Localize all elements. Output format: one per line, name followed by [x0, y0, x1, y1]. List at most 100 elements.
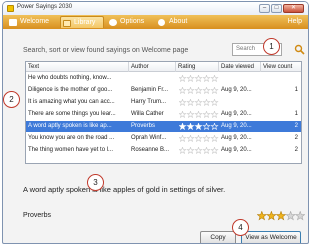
tab-welcome-label: Welcome [20, 18, 50, 25]
table-cell-date [219, 97, 261, 108]
star-empty-icon [179, 147, 187, 154]
star-filled-icon [179, 123, 187, 130]
star-filled-icon[interactable] [266, 211, 277, 221]
star-empty-icon [210, 147, 219, 154]
minimize-button[interactable]: – [259, 4, 270, 13]
view-as-welcome-button[interactable]: View as Welcome [241, 231, 301, 243]
callout-4: 4 [232, 219, 249, 236]
star-filled-icon [186, 123, 195, 130]
table-cell-count: 2 [294, 135, 298, 141]
table-row[interactable]: You know you are on the road ... Oprah Wi… [26, 133, 301, 144]
star-empty-icon [186, 87, 195, 94]
table-row[interactable]: Diligence is the mother of goo... Benjami… [26, 85, 301, 96]
tab-options-label: Options [120, 18, 145, 25]
maximize-button[interactable]: □ [271, 4, 282, 13]
star-empty-icon[interactable] [285, 211, 296, 221]
star-empty-icon [179, 111, 187, 118]
app-logo-icon [7, 5, 14, 12]
table-cell-date [219, 73, 261, 84]
star-filled-icon[interactable] [275, 211, 287, 221]
column-header-count[interactable]: View count [261, 62, 301, 72]
tab-welcome[interactable]: Welcome [7, 16, 53, 28]
row-rating-stars[interactable] [179, 87, 219, 94]
column-header-date[interactable]: Date viewed [219, 62, 261, 72]
table-cell-text: He who doubts nothing, know... [28, 75, 112, 81]
main-tab-bar: Welcome Library Options About Help [3, 15, 308, 29]
table-row[interactable]: It is amazing what you can acc... Harry T… [26, 97, 301, 108]
row-rating-stars[interactable] [179, 123, 219, 130]
table-cell-author: Harry Trum... [131, 99, 167, 105]
selected-quote: A word aptly spoken is like apples of go… [23, 185, 226, 194]
star-empty-icon [202, 123, 211, 130]
star-empty-icon [194, 111, 203, 118]
table-cell-text: There are some things you lear... [28, 111, 116, 117]
table-cell-author [129, 73, 176, 84]
table-cell-text: The thing women have yet to l... [28, 147, 114, 153]
star-empty-icon [186, 111, 195, 118]
table-cell-count [261, 73, 301, 84]
tab-library-label: Library [74, 19, 96, 26]
row-rating-stars[interactable] [179, 99, 219, 106]
library-heading: Search, sort or view found sayings on We… [23, 47, 189, 54]
close-button[interactable]: ✕ [283, 4, 304, 13]
table-header: Text Author Rating Date viewed View coun… [26, 62, 301, 72]
table-cell-count: 1 [294, 87, 298, 93]
table-cell-text: A word aptly spoken is like ap... [28, 123, 112, 129]
table-cell-text: You know you are on the road ... [28, 135, 115, 141]
table-row[interactable]: There are some things you lear... Willa C… [26, 109, 301, 120]
table-cell-date: Aug 9, 20... [221, 147, 252, 153]
tab-library[interactable]: Library [60, 16, 104, 28]
table-row[interactable]: The thing women have yet to l... Roseanne… [26, 145, 301, 156]
star-empty-icon [186, 75, 195, 82]
star-empty-icon [194, 75, 203, 82]
star-empty-icon [210, 111, 219, 118]
title-bar: Power Sayings 2030 – □ ✕ [3, 2, 308, 15]
table-cell-count: 1 [294, 111, 298, 117]
selected-author: Proverbs [23, 212, 52, 219]
star-empty-icon [210, 75, 219, 82]
star-empty-icon [186, 99, 195, 106]
star-empty-icon [179, 99, 187, 106]
table-cell-count [261, 97, 301, 108]
star-filled-icon[interactable] [257, 211, 267, 221]
tab-about[interactable]: About [156, 16, 196, 28]
tab-options[interactable]: Options [107, 16, 151, 28]
table-row[interactable]: He who doubts nothing, know... [26, 73, 301, 84]
table-cell-author: Oprah Winf... [131, 135, 167, 141]
table-cell-author: Willa Cather [131, 111, 164, 117]
table-cell-count: 2 [294, 123, 298, 129]
star-empty-icon [202, 87, 211, 94]
column-header-text[interactable]: Text [26, 62, 129, 72]
tab-about-label: About [169, 18, 188, 25]
app-window: Power Sayings 2030 – □ ✕ Welcome Library… [2, 1, 309, 244]
table-cell-date: Aug 9, 20... [221, 123, 252, 129]
home-icon [9, 19, 17, 26]
row-rating-stars[interactable] [179, 111, 219, 118]
star-empty-icon [210, 99, 219, 106]
table-cell-text: Diligence is the mother of goo... [28, 87, 113, 93]
table-cell-author: Roseanne B... [131, 147, 170, 153]
star-filled-icon [194, 123, 203, 130]
star-empty-icon [202, 147, 211, 154]
star-empty-icon[interactable] [295, 211, 305, 221]
star-empty-icon [186, 135, 195, 142]
column-header-author[interactable]: Author [129, 62, 176, 72]
search-icon[interactable] [294, 44, 305, 55]
rating-stars[interactable] [257, 211, 305, 221]
star-empty-icon [194, 99, 203, 106]
star-empty-icon [194, 135, 203, 142]
row-rating-stars[interactable] [179, 147, 219, 154]
table-row[interactable]: A word aptly spoken is like ap... Proverb… [26, 121, 301, 132]
table-cell-date: Aug 9, 20... [221, 111, 252, 117]
row-rating-stars[interactable] [179, 135, 219, 142]
sayings-table[interactable]: Text Author Rating Date viewed View coun… [25, 61, 302, 164]
copy-button[interactable]: Copy [200, 231, 236, 243]
star-empty-icon [186, 147, 195, 154]
star-empty-icon [194, 147, 203, 154]
column-header-rating[interactable]: Rating [176, 62, 219, 72]
star-empty-icon [210, 123, 219, 130]
row-rating-stars[interactable] [179, 75, 219, 82]
help-link[interactable]: Help [288, 16, 302, 28]
table-cell-date: Aug 9, 20... [221, 87, 252, 93]
callout-2: 2 [3, 91, 20, 108]
